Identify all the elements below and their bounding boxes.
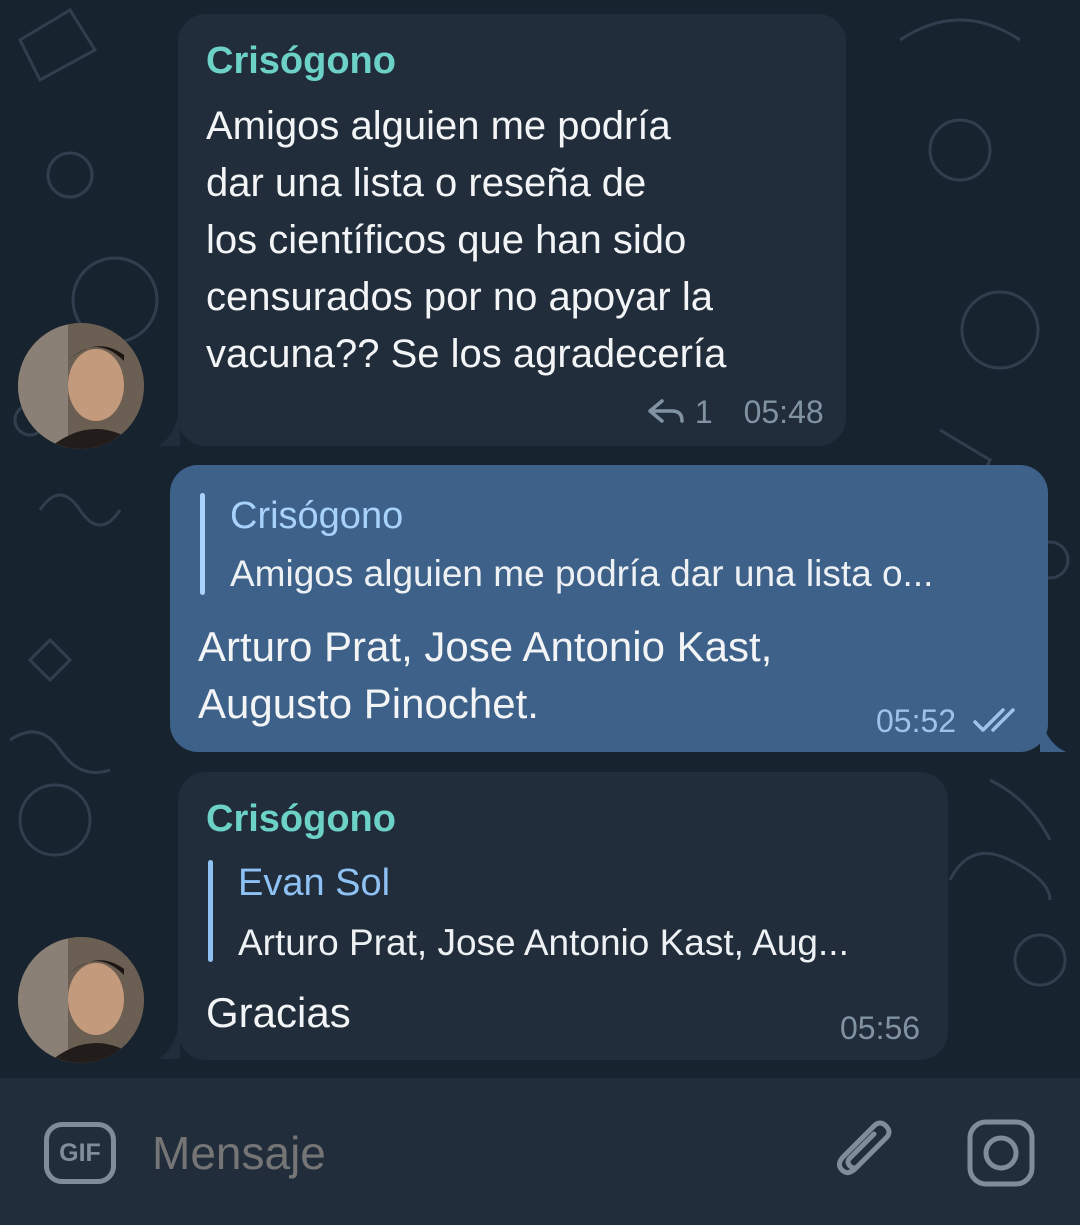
- sender-name[interactable]: Crisógono: [206, 798, 396, 841]
- message-time: 05:48: [743, 394, 824, 430]
- gif-button[interactable]: GIF: [44, 1122, 116, 1184]
- message-bubble-incoming[interactable]: Crisógono Evan Sol Arturo Prat, Jose Ant…: [178, 772, 948, 1060]
- message-meta: 1 05:48: [646, 394, 824, 431]
- reply-icon[interactable]: [646, 397, 686, 427]
- quote-bar: [208, 860, 213, 962]
- message-text: Amigos alguien me podría dar una lista o…: [206, 104, 727, 376]
- message-time: 05:56: [840, 1010, 921, 1046]
- replies-count[interactable]: 1: [695, 394, 713, 430]
- attach-icon[interactable]: [830, 1118, 900, 1188]
- message-time: 05:52: [876, 703, 957, 739]
- chat-area[interactable]: Crisógono Amigos alguien me podría dar u…: [0, 0, 1080, 1078]
- message-input[interactable]: [152, 1126, 792, 1180]
- quote-sender[interactable]: Crisógono: [230, 495, 403, 538]
- camera-icon[interactable]: [966, 1118, 1036, 1188]
- message-meta: 05:52: [876, 703, 1027, 740]
- quote-text[interactable]: Arturo Prat, Jose Antonio Kast, Aug...: [238, 922, 849, 964]
- sender-name[interactable]: Crisógono: [206, 40, 396, 83]
- avatar[interactable]: [18, 323, 144, 449]
- message-text: Arturo Prat, Jose Antonio Kast, Augusto …: [198, 623, 773, 727]
- message-text: Gracias: [206, 989, 351, 1036]
- message-bubble-incoming[interactable]: Crisógono Amigos alguien me podría dar u…: [178, 14, 846, 446]
- avatar[interactable]: [18, 937, 144, 1063]
- quote-sender[interactable]: Evan Sol: [238, 862, 390, 905]
- quote-bar: [200, 493, 205, 595]
- quote-text[interactable]: Amigos alguien me podría dar una lista o…: [230, 553, 933, 595]
- message-bubble-outgoing[interactable]: Crisógono Amigos alguien me podría dar u…: [170, 465, 1048, 752]
- double-check-icon: [973, 708, 1015, 732]
